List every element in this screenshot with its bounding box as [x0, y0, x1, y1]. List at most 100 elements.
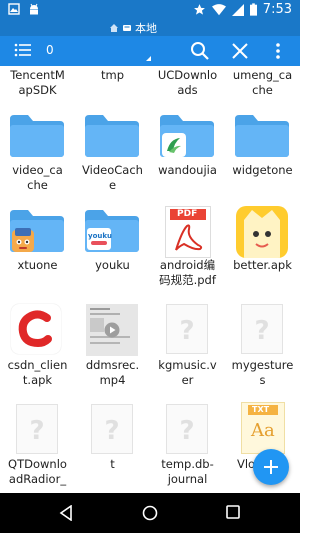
play-icon — [104, 322, 120, 338]
youku-badge: youku — [88, 232, 112, 240]
file-name: journal — [167, 472, 208, 486]
battery-icon — [249, 3, 257, 16]
file-tile[interactable]: UCDownlo ads — [150, 66, 225, 106]
back-icon[interactable] — [58, 505, 74, 521]
file-tile[interactable]: tmp — [75, 66, 150, 106]
file-name: adRadior_ — [8, 472, 67, 486]
list-menu-icon[interactable] — [14, 42, 32, 58]
file-tile[interactable]: ? kgmusic.v er — [150, 302, 225, 392]
selection-toolbar: 0 — [0, 36, 300, 66]
file-grid: TencentM apSDK tmp UCDownlo ads umeng_ca ch… — [0, 66, 300, 493]
close-icon[interactable] — [230, 41, 250, 61]
file-name: QTDownlo — [8, 457, 67, 471]
file-tile[interactable]: ? temp.db-journal — [150, 402, 225, 493]
unknown-file-icon: ? — [241, 304, 283, 354]
file-tile[interactable]: PDF android编 码规范.pdf — [150, 206, 225, 296]
file-name: temp.db- — [161, 457, 214, 471]
csdn-logo-icon — [18, 310, 52, 348]
tab-local[interactable]: 本地 — [109, 20, 157, 36]
status-bar: 7:53 — [0, 0, 300, 20]
file-name: wandoujia — [158, 163, 217, 177]
pdf-badge: PDF — [177, 209, 198, 219]
unknown-file-icon: ? — [166, 304, 208, 354]
file-name: ads — [177, 83, 198, 97]
cartoon-face-icon — [244, 210, 280, 258]
file-name: VideoCach — [82, 163, 143, 177]
system-nav-bar — [0, 493, 300, 533]
file-name: tmp — [100, 68, 124, 82]
add-fab-button[interactable] — [253, 449, 289, 485]
acrobat-icon — [175, 224, 203, 251]
unknown-file-icon: ? — [16, 404, 58, 454]
file-name: mygesture — [231, 358, 294, 372]
home-icon — [110, 24, 118, 32]
star-icon — [193, 4, 205, 15]
file-name: widgetone — [232, 163, 293, 177]
txt-file-icon: TXT Aa — [241, 402, 285, 454]
file-name: che — [27, 178, 48, 192]
font-aa-glyph: Aa — [251, 420, 275, 441]
file-tile[interactable]: video_ca che — [0, 111, 75, 201]
location-tab-bar: 本地 — [0, 20, 300, 36]
file-tile[interactable]: widgetone — [225, 111, 300, 201]
tab-local-label: 本地 — [135, 22, 157, 35]
file-tile[interactable]: ? QTDownlo adRadior_ — [0, 402, 75, 493]
plus-icon — [264, 460, 278, 474]
file-name: er — [181, 373, 194, 387]
file-name: xtuone — [17, 258, 58, 272]
file-name: UCDownlo — [157, 68, 218, 82]
svg-text:?: ? — [179, 316, 194, 346]
file-tile[interactable]: xtuone — [0, 206, 75, 296]
file-tile[interactable]: better.apk — [225, 206, 300, 296]
file-name: apSDK — [18, 83, 57, 97]
file-tile[interactable]: umeng_ca che — [225, 66, 300, 106]
file-name: ddmsrec. — [85, 358, 140, 372]
file-name: t — [110, 457, 115, 471]
svg-text:?: ? — [104, 416, 119, 446]
file-tile[interactable]: TencentM apSDK — [0, 66, 75, 106]
folder-icon — [85, 115, 139, 157]
file-name: TencentM — [10, 68, 65, 82]
unknown-file-icon: ? — [166, 404, 208, 454]
file-name: t.apk — [22, 373, 53, 387]
signal-icon — [231, 3, 244, 16]
image-notification-icon — [8, 3, 20, 15]
file-tile[interactable]: VideoCach e — [75, 111, 150, 201]
youku-app-icon: youku — [87, 228, 112, 250]
svg-text:?: ? — [179, 416, 194, 446]
folder-icon — [10, 115, 64, 157]
file-tile[interactable]: ? mygesture s — [225, 302, 300, 392]
selection-dropdown-caret[interactable] — [146, 56, 151, 61]
xtuone-app-icon — [12, 228, 34, 252]
file-name: video_ca — [12, 163, 63, 177]
file-name: 码规范.pdf — [159, 273, 216, 287]
more-options-icon[interactable] — [275, 42, 281, 60]
file-name: youku — [95, 258, 130, 272]
file-tile[interactable]: ddmsrec. mp4 — [75, 302, 150, 392]
pdf-file-icon: PDF — [165, 206, 211, 258]
video-thumbnail — [86, 304, 138, 356]
recents-icon[interactable] — [226, 505, 240, 519]
better-apk-icon — [236, 206, 288, 258]
unknown-file-icon: ? — [91, 404, 133, 454]
file-name: android编 — [159, 258, 216, 272]
file-name: che — [252, 83, 273, 97]
file-name: s — [259, 373, 266, 387]
svg-text:?: ? — [254, 316, 269, 346]
file-name: e — [108, 178, 117, 192]
svg-text:?: ? — [29, 416, 44, 446]
file-tile[interactable]: ? t — [75, 402, 150, 493]
folder-icon — [235, 115, 289, 157]
wifi-icon — [211, 3, 226, 15]
csdn-apk-icon — [11, 304, 61, 354]
clock: 7:53 — [262, 2, 292, 17]
file-tile[interactable]: wandoujia — [150, 111, 225, 201]
file-tile[interactable]: csdn_clien t.apk — [0, 302, 75, 392]
home-button-icon[interactable] — [142, 505, 158, 521]
file-name: mp4 — [99, 373, 126, 387]
file-tile[interactable]: youku youku — [75, 206, 150, 296]
wandoujia-app-icon — [162, 133, 186, 157]
search-icon[interactable] — [190, 41, 210, 61]
android-icon — [30, 3, 38, 15]
file-name: kgmusic.v — [158, 358, 217, 372]
